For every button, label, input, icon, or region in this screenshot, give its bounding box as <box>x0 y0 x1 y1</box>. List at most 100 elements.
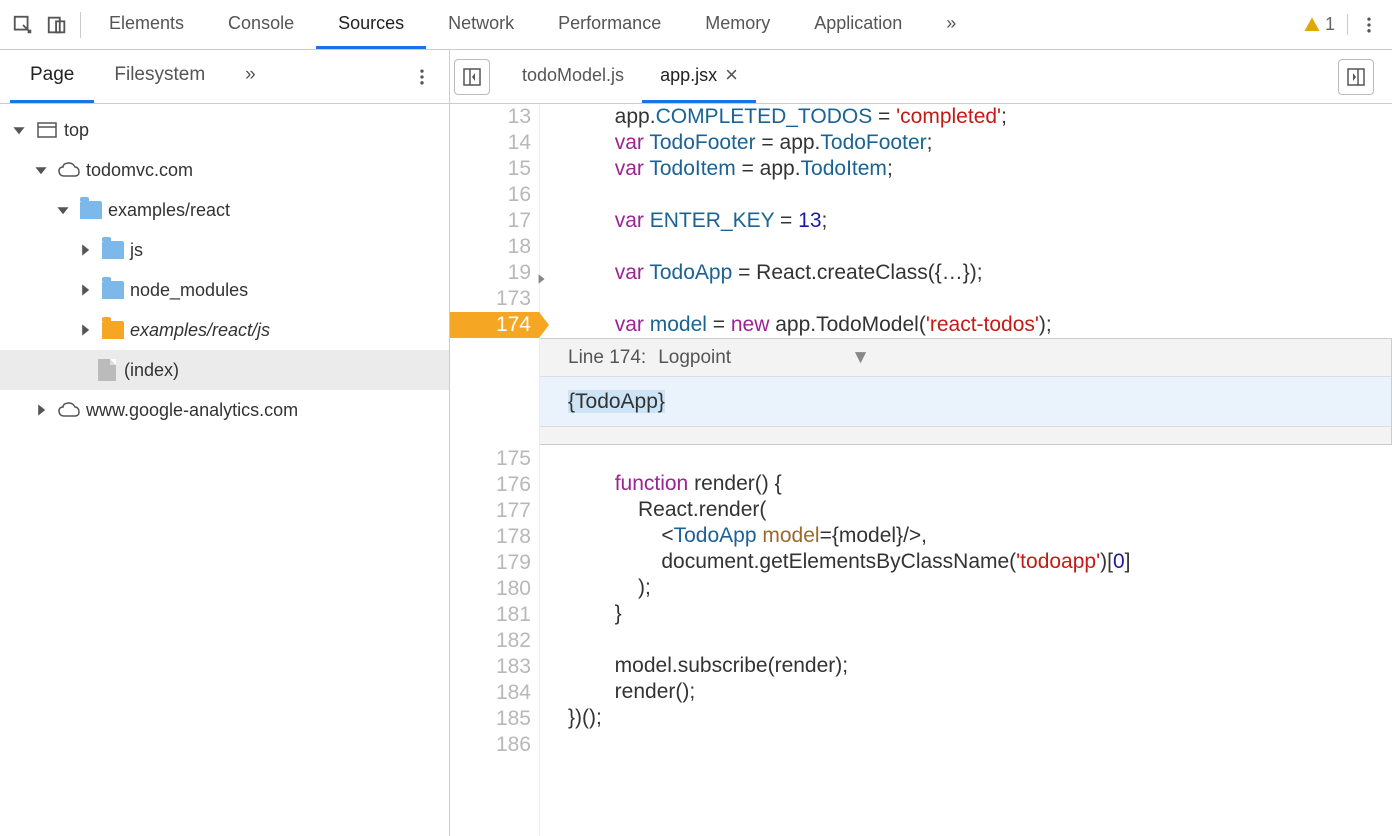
tree-folder-js[interactable]: js <box>0 230 449 270</box>
code-line: var ENTER_KEY = 13; <box>568 208 1392 234</box>
sidebar-tab-filesystem[interactable]: Filesystem <box>94 50 225 103</box>
line-number[interactable]: 177 <box>450 498 531 524</box>
tab-memory[interactable]: Memory <box>683 0 792 49</box>
line-number[interactable]: 185 <box>450 706 531 732</box>
tree-folder-node-modules[interactable]: node_modules <box>0 270 449 310</box>
sidebar-tabs-more[interactable]: » <box>225 50 276 103</box>
breakpoint-line-number[interactable]: 174 <box>450 312 539 338</box>
sidebar-tab-page[interactable]: Page <box>10 50 94 103</box>
line-number[interactable]: 17 <box>450 208 531 234</box>
code-line: function render() { <box>568 471 1392 497</box>
code-area[interactable]: 13 14 15 16 17 18 19 173 174 175 176 177… <box>450 104 1392 836</box>
tab-application[interactable]: Application <box>792 0 924 49</box>
tree-label: examples/react <box>108 200 230 221</box>
tree-top[interactable]: top <box>0 110 449 150</box>
frame-icon <box>36 122 58 138</box>
line-number[interactable]: 173 <box>450 286 531 312</box>
fold-icon[interactable] <box>535 266 547 278</box>
editor-tabs: todoModel.js app.jsx × <box>450 50 1392 104</box>
code-line <box>568 731 1392 757</box>
tab-performance[interactable]: Performance <box>536 0 683 49</box>
caret-right-icon <box>74 323 96 337</box>
inspect-icon[interactable] <box>6 8 40 42</box>
devtools-toolbar: Elements Console Sources Network Perform… <box>0 0 1392 50</box>
tree-label: www.google-analytics.com <box>86 400 298 421</box>
tree-domain-google-analytics[interactable]: www.google-analytics.com <box>0 390 449 430</box>
folder-icon <box>102 321 124 339</box>
tab-network[interactable]: Network <box>426 0 536 49</box>
code-content[interactable]: app.COMPLETED_TODOS = 'completed'; var T… <box>540 104 1392 836</box>
tree-domain-todomvc[interactable]: todomvc.com <box>0 150 449 190</box>
tree-label: (index) <box>124 360 179 381</box>
code-line: var TodoItem = app.TodoItem; <box>568 156 1392 182</box>
file-tree: top todomvc.com examples/react js node_m <box>0 104 449 836</box>
folder-icon <box>102 241 124 259</box>
folder-icon <box>80 201 102 219</box>
line-number[interactable]: 178 <box>450 524 531 550</box>
tree-file-index[interactable]: (index) <box>0 350 449 390</box>
code-line <box>568 182 1392 208</box>
line-number[interactable]: 16 <box>450 182 531 208</box>
line-number[interactable]: 175 <box>450 446 531 472</box>
tabs-more[interactable]: » <box>924 0 978 49</box>
line-number[interactable]: 182 <box>450 628 531 654</box>
divider <box>80 12 81 38</box>
tab-console[interactable]: Console <box>206 0 316 49</box>
line-number[interactable]: 19 <box>450 260 531 286</box>
code-line <box>568 234 1392 260</box>
chevron-down-icon: ▼ <box>851 347 870 369</box>
line-number[interactable]: 186 <box>450 732 531 758</box>
code-line: React.render( <box>568 497 1392 523</box>
line-gutter[interactable]: 13 14 15 16 17 18 19 173 174 175 176 177… <box>450 104 540 836</box>
line-number[interactable]: 15 <box>450 156 531 182</box>
tab-label: todoModel.js <box>522 65 624 86</box>
line-number[interactable]: 183 <box>450 654 531 680</box>
warning-count[interactable]: 1 <box>1291 14 1348 35</box>
source-editor: todoModel.js app.jsx × 13 14 15 16 17 18… <box>450 50 1392 836</box>
file-icon <box>96 359 118 381</box>
tab-sources[interactable]: Sources <box>316 0 426 49</box>
line-number[interactable]: 180 <box>450 576 531 602</box>
toggle-navigator-button[interactable] <box>454 59 490 95</box>
code-line: var TodoFooter = app.TodoFooter; <box>568 130 1392 156</box>
editor-tab-app-jsx[interactable]: app.jsx × <box>642 50 756 103</box>
code-line: var TodoApp = React.createClass({…}); <box>568 260 1392 286</box>
line-number[interactable]: 13 <box>450 104 531 130</box>
line-number[interactable]: 179 <box>450 550 531 576</box>
tree-folder-examples-react-js[interactable]: examples/react/js <box>0 310 449 350</box>
panel-footer <box>540 426 1391 444</box>
line-number[interactable]: 184 <box>450 680 531 706</box>
navigator-sidebar: Page Filesystem » top todomvc.com e <box>0 50 450 836</box>
line-number[interactable]: 176 <box>450 472 531 498</box>
code-line: app.COMPLETED_TODOS = 'completed'; <box>568 104 1392 130</box>
code-line <box>568 286 1392 312</box>
code-line: } <box>568 601 1392 627</box>
panel-line-label: Line 174: <box>568 347 646 369</box>
code-line: model.subscribe(render); <box>568 653 1392 679</box>
line-number[interactable]: 18 <box>450 234 531 260</box>
close-icon[interactable]: × <box>725 62 738 88</box>
code-line: ); <box>568 575 1392 601</box>
editor-tab-todomodel[interactable]: todoModel.js <box>504 50 642 103</box>
sidebar-kebab-icon[interactable] <box>405 60 439 94</box>
tab-elements[interactable]: Elements <box>87 0 206 49</box>
caret-right-icon <box>74 283 96 297</box>
toggle-debugger-button[interactable] <box>1338 59 1374 95</box>
logpoint-expression-input[interactable]: {TodoApp} <box>540 377 1391 426</box>
caret-right-icon <box>30 403 52 417</box>
line-number[interactable]: 14 <box>450 130 531 156</box>
folder-icon <box>102 281 124 299</box>
tree-folder-examples-react[interactable]: examples/react <box>0 190 449 230</box>
line-number[interactable]: 181 <box>450 602 531 628</box>
code-line: render(); <box>568 679 1392 705</box>
device-toggle-icon[interactable] <box>40 8 74 42</box>
panel-header: Line 174: Logpoint ▼ <box>540 339 1391 377</box>
code-line: var model = new app.TodoModel('react-tod… <box>568 312 1392 338</box>
cloud-icon <box>58 402 80 418</box>
code-line: <TodoApp model={model}/>, <box>568 523 1392 549</box>
caret-down-icon <box>30 163 52 177</box>
breakpoint-type-select[interactable]: Logpoint ▼ <box>658 347 870 369</box>
kebab-menu-icon[interactable] <box>1352 8 1386 42</box>
code-line: })(); <box>568 705 1392 731</box>
code-line: document.getElementsByClassName('todoapp… <box>568 549 1392 575</box>
